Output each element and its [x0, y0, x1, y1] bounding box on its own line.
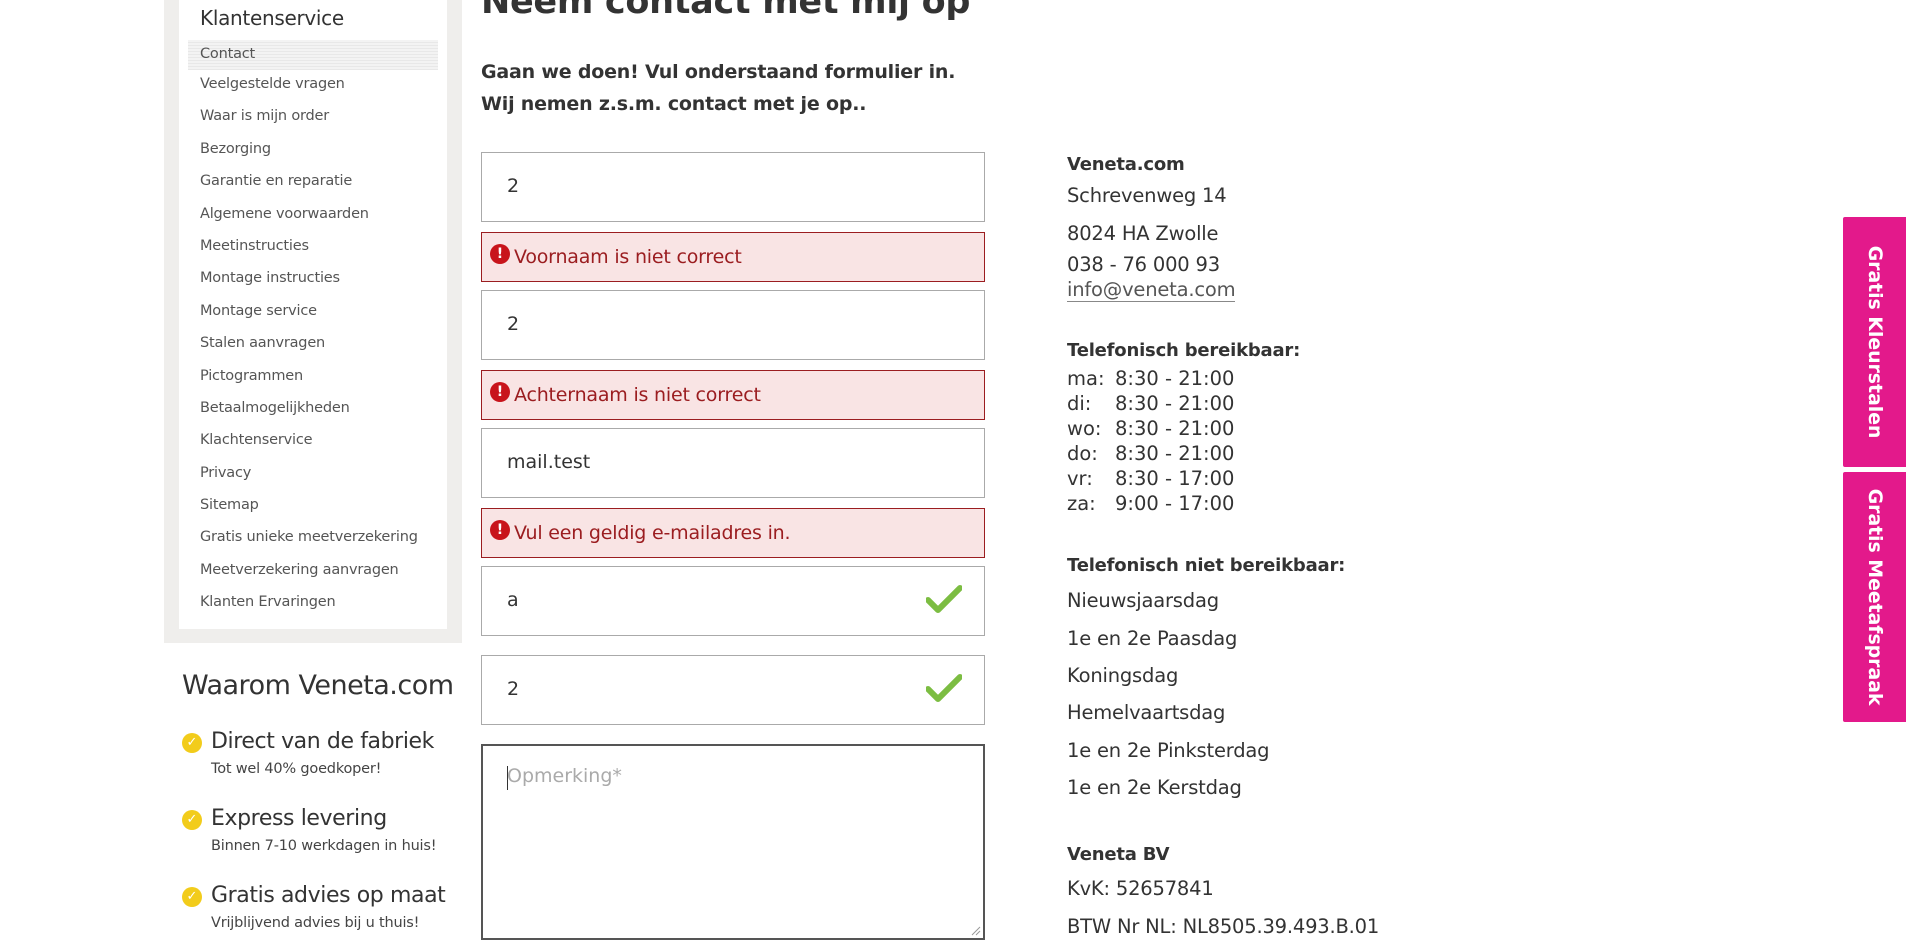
kvk-number: KvK: 52657841 — [1067, 877, 1214, 900]
remark-textarea[interactable]: Opmerking* — [481, 744, 985, 940]
why-subtext: Binnen 7-10 werkdagen in huis! — [211, 838, 437, 854]
text-field-5[interactable]: 2 — [481, 655, 985, 725]
address-street: Schrevenweg 14 — [1067, 184, 1227, 207]
sidebar-item-measuring[interactable]: Meetinstructies — [188, 232, 438, 264]
email-error-text: Vul een geldig e-mailadres in. — [514, 522, 791, 544]
holiday-item: 1e en 2e Kerstdag — [1067, 776, 1242, 799]
unreachable-title: Telefonisch niet bereikbaar: — [1067, 555, 1346, 576]
address-city: 8024 HA Zwolle — [1067, 222, 1219, 245]
firstname-error: ! Voornaam is niet correct — [481, 232, 985, 282]
email-link[interactable]: info@veneta.com — [1067, 278, 1236, 302]
sidebar-item-mounting-service[interactable]: Montage service — [188, 297, 438, 329]
holiday-item: Hemelvaartsdag — [1067, 701, 1226, 724]
holiday-item: 1e en 2e Paasdag — [1067, 627, 1238, 650]
sidebar-item-insurance-request[interactable]: Meetverzekering aanvragen — [188, 556, 438, 588]
remark-placeholder: Opmerking* — [507, 765, 622, 787]
email-field[interactable]: mail.test — [481, 428, 985, 498]
field-4-value: a — [507, 589, 519, 611]
firstname-field[interactable]: 2 — [481, 152, 985, 222]
lastname-error: ! Achternaam is niet correct — [481, 370, 985, 420]
firstname-value: 2 — [507, 175, 520, 197]
page-title: Neem contact met mij op — [481, 0, 971, 22]
checkmark-icon — [926, 674, 962, 702]
hours-row: za: 9:00 - 17:00 — [1067, 492, 1235, 515]
resize-grip-icon[interactable] — [971, 926, 981, 936]
lastname-field[interactable]: 2 — [481, 290, 985, 360]
field-5-value: 2 — [507, 678, 520, 700]
holiday-item: Koningsdag — [1067, 664, 1179, 687]
why-title: Waarom Veneta.com — [182, 670, 454, 701]
why-heading: Gratis advies op maat — [211, 883, 446, 908]
sidebar-nav: Contact Veelgestelde vragen Waar is mijn… — [188, 40, 438, 621]
check-circle-icon: ✓ — [182, 887, 202, 907]
email-error: ! Vul een geldig e-mailadres in. — [481, 508, 985, 558]
hours-row: vr: 8:30 - 17:00 — [1067, 467, 1235, 490]
lastname-error-text: Achternaam is niet correct — [514, 384, 761, 406]
reachable-title: Telefonisch bereikbaar: — [1067, 340, 1301, 361]
firstname-error-text: Voornaam is niet correct — [514, 246, 742, 268]
btw-number: BTW Nr NL: NL8505.39.493.B.01 — [1067, 915, 1380, 938]
sidebar-item-samples[interactable]: Stalen aanvragen — [188, 329, 438, 361]
why-heading: Express levering — [211, 806, 387, 831]
sidebar-item-pictograms[interactable]: Pictogrammen — [188, 362, 438, 394]
free-color-samples-label: Gratis Kleurstalen — [1863, 245, 1886, 439]
error-icon: ! — [490, 244, 510, 264]
phone-number: 038 - 76 000 93 — [1067, 253, 1220, 276]
hours-row: di: 8:30 - 21:00 — [1067, 392, 1235, 415]
sidebar-item-measuring-insurance[interactable]: Gratis unieke meetverzekering — [188, 523, 438, 555]
free-color-samples-tab[interactable]: Gratis Kleurstalen — [1843, 217, 1906, 467]
sidebar-item-sitemap[interactable]: Sitemap — [188, 491, 438, 523]
bv-title: Veneta BV — [1067, 844, 1170, 865]
why-subtext: Tot wel 40% goedkoper! — [211, 761, 382, 777]
error-icon: ! — [490, 382, 510, 402]
sidebar-title: Klantenservice — [200, 6, 344, 30]
sidebar-item-payment[interactable]: Betaalmogelijkheden — [188, 394, 438, 426]
intro-line-2: Wij nemen z.s.m. contact met je op.. — [481, 93, 867, 115]
error-icon: ! — [490, 520, 510, 540]
company-name: Veneta.com — [1067, 154, 1185, 175]
hours-row: do: 8:30 - 21:00 — [1067, 442, 1235, 465]
why-subtext: Vrijblijvend advies bij u thuis! — [211, 915, 420, 931]
sidebar-item-contact[interactable]: Contact — [188, 40, 438, 70]
check-circle-icon: ✓ — [182, 810, 202, 830]
hours-row: ma: 8:30 - 21:00 — [1067, 367, 1235, 390]
intro-line-1: Gaan we doen! Vul onderstaand formulier … — [481, 61, 956, 83]
checkmark-icon — [926, 585, 962, 613]
free-appointment-tab[interactable]: Gratis Meetafspraak — [1843, 472, 1906, 722]
sidebar-item-faq[interactable]: Veelgestelde vragen — [188, 70, 438, 102]
sidebar-item-delivery[interactable]: Bezorging — [188, 135, 438, 167]
sidebar-item-reviews[interactable]: Klanten Ervaringen — [188, 588, 438, 620]
holiday-item: 1e en 2e Pinksterdag — [1067, 739, 1270, 762]
text-field-4[interactable]: a — [481, 566, 985, 636]
free-appointment-label: Gratis Meetafspraak — [1863, 488, 1886, 706]
sidebar-item-terms[interactable]: Algemene voorwaarden — [188, 200, 438, 232]
sidebar-item-complaints[interactable]: Klachtenservice — [188, 426, 438, 458]
lastname-value: 2 — [507, 313, 520, 335]
holiday-item: Nieuwsjaarsdag — [1067, 589, 1219, 612]
hours-row: wo: 8:30 - 21:00 — [1067, 417, 1235, 440]
check-circle-icon: ✓ — [182, 733, 202, 753]
sidebar-item-privacy[interactable]: Privacy — [188, 459, 438, 491]
sidebar-item-order-status[interactable]: Waar is mijn order — [188, 102, 438, 134]
why-heading: Direct van de fabriek — [211, 729, 435, 754]
email-value: mail.test — [507, 451, 591, 473]
opening-hours: ma: 8:30 - 21:00 di: 8:30 - 21:00 wo: 8:30 … — [1067, 367, 1234, 517]
sidebar-item-mounting-instructions[interactable]: Montage instructies — [188, 264, 438, 296]
sidebar-item-warranty[interactable]: Garantie en reparatie — [188, 167, 438, 199]
